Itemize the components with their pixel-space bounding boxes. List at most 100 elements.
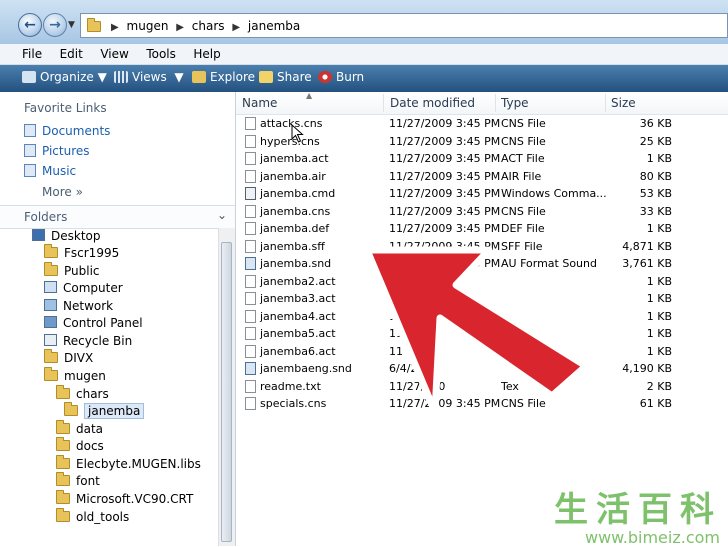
tree-label: Computer bbox=[63, 281, 123, 295]
recycle-bin-icon bbox=[44, 334, 57, 346]
tree-item-docs[interactable]: docs bbox=[56, 437, 104, 453]
tree-item-desktop[interactable]: Desktop bbox=[32, 229, 101, 243]
column-header-date[interactable]: Date modified bbox=[390, 96, 475, 110]
favorite-link-documents[interactable]: Documents bbox=[24, 124, 110, 138]
tree-item-font[interactable]: font bbox=[56, 472, 100, 488]
file-icon bbox=[245, 327, 256, 340]
tree-label: data bbox=[76, 422, 104, 436]
file-name: janemba3.act bbox=[260, 292, 336, 305]
tree-item-elecbyte-libs[interactable]: Elecbyte.MUGEN.libs bbox=[56, 455, 201, 471]
column-divider[interactable] bbox=[605, 94, 606, 112]
file-row[interactable]: janemba.cns 11/27/2009 3:45 PM CNS File 33 … bbox=[236, 203, 728, 220]
tree-label: font bbox=[76, 474, 100, 488]
folder-tree-scrollbar[interactable] bbox=[218, 228, 235, 546]
tree-item-janemba[interactable]: janemba bbox=[64, 402, 145, 419]
organize-icon bbox=[22, 71, 36, 83]
favorite-link-music[interactable]: Music bbox=[24, 164, 76, 178]
file-row[interactable]: attacks.cns 11/27/2009 3:45 PM CNS File 36 … bbox=[236, 115, 728, 132]
back-button[interactable]: ← bbox=[18, 13, 42, 37]
burn-button[interactable]: Burn bbox=[318, 70, 364, 84]
tree-item-data[interactable]: data bbox=[56, 420, 104, 436]
file-row[interactable]: specials.cns 11/27/2009 3:45 PM CNS File 61… bbox=[236, 395, 728, 412]
crumb-mugen[interactable]: mugen bbox=[127, 19, 169, 33]
file-size: 36 KB bbox=[639, 117, 672, 130]
column-divider[interactable] bbox=[495, 94, 496, 112]
column-header-name[interactable]: Name bbox=[242, 96, 277, 110]
watermark-url: www.bimeiz.com bbox=[584, 528, 720, 547]
scrollbar-thumb[interactable] bbox=[221, 242, 232, 542]
favorite-link-pictures[interactable]: Pictures bbox=[24, 144, 90, 158]
column-header-type[interactable]: Type bbox=[501, 96, 529, 110]
menu-tools[interactable]: Tools bbox=[146, 47, 176, 61]
menu-edit[interactable]: Edit bbox=[60, 47, 83, 61]
file-size: 3,761 KB bbox=[622, 257, 672, 270]
tree-item-divx[interactable]: DIVX bbox=[44, 349, 93, 365]
menu-help[interactable]: Help bbox=[193, 47, 220, 61]
forward-button[interactable]: → bbox=[43, 13, 67, 37]
folder-open-icon bbox=[56, 385, 70, 399]
folder-open-icon bbox=[44, 367, 58, 381]
mouse-pointer-icon bbox=[291, 124, 304, 143]
share-label: Share bbox=[277, 70, 312, 84]
file-row[interactable]: readme.txt 11/27/200 Tex 2 KB bbox=[236, 378, 728, 395]
tree-item-recycle-bin[interactable]: Recycle Bin bbox=[44, 334, 132, 348]
file-type: CNS File bbox=[501, 117, 546, 130]
sort-ascending-icon: ▲ bbox=[306, 91, 313, 100]
organize-button[interactable]: Organize ▼ bbox=[22, 70, 107, 84]
explore-button[interactable]: Explore bbox=[192, 70, 255, 84]
menu-view[interactable]: View bbox=[100, 47, 128, 61]
music-icon bbox=[24, 164, 36, 177]
crumb-chars[interactable]: chars bbox=[192, 19, 225, 33]
folders-header[interactable]: Folders ⌄ bbox=[0, 205, 235, 229]
tree-item-control-panel[interactable]: Control Panel bbox=[44, 316, 143, 330]
tree-item-chars[interactable]: chars bbox=[56, 385, 109, 401]
file-row[interactable]: janemba4.act 11 1 KB bbox=[236, 308, 728, 325]
file-row[interactable]: hypers.cns 11/27/2009 3:45 PM CNS File 25 K… bbox=[236, 133, 728, 150]
file-row[interactable]: janemba.def 11/27/2009 3:45 PM DEF File 1 K… bbox=[236, 220, 728, 237]
menu-file[interactable]: File bbox=[22, 47, 42, 61]
share-button[interactable]: Share bbox=[259, 70, 312, 84]
tree-item-public[interactable]: Public bbox=[44, 262, 100, 278]
file-row[interactable]: janemba5.act 11 1 KB bbox=[236, 325, 728, 342]
file-row[interactable]: janemba3.act 1 KB bbox=[236, 290, 728, 307]
file-row[interactable]: janemba.air 11/27/2009 3:45 PM AIR File 80 … bbox=[236, 168, 728, 185]
file-row[interactable]: janemba6.act 11 1 KB bbox=[236, 343, 728, 360]
arrow-right-icon: → bbox=[49, 17, 61, 33]
file-size: 4,190 KB bbox=[622, 362, 672, 375]
address-bar[interactable]: ▶ mugen ▶ chars ▶ janemba bbox=[80, 13, 728, 38]
more-label: More bbox=[42, 185, 72, 199]
column-divider[interactable] bbox=[383, 94, 384, 112]
folder-icon bbox=[87, 18, 101, 32]
file-date: 6/4/200 bbox=[389, 362, 432, 375]
tree-item-mugen[interactable]: mugen bbox=[44, 367, 106, 383]
tree-item-old-tools[interactable]: old_tools bbox=[56, 508, 129, 524]
file-row[interactable]: janemba.cmd 11/27/2009 3:45 PM Windows Com… bbox=[236, 185, 728, 202]
file-type: DEF File bbox=[501, 222, 545, 235]
column-header-row: Name ▲ Date modified Type Size bbox=[236, 91, 728, 115]
file-row[interactable]: janemba.sff 11/27/2009 3:45 PM SFF File 4,8… bbox=[236, 238, 728, 255]
tree-item-vc90-crt[interactable]: Microsoft.VC90.CRT bbox=[56, 490, 193, 506]
chevron-right-icon[interactable]: ▶ bbox=[111, 22, 119, 33]
tree-item-network[interactable]: Network bbox=[44, 299, 113, 313]
tree-item-fscr1995[interactable]: Fscr1995 bbox=[44, 244, 119, 260]
recent-pages-dropdown[interactable]: ▼ bbox=[68, 20, 75, 30]
views-button[interactable]: Views ▼ bbox=[114, 70, 184, 84]
chevron-down-icon[interactable]: ⌄ bbox=[217, 208, 227, 222]
file-type: SFF File bbox=[501, 240, 543, 253]
folder-icon bbox=[44, 262, 58, 276]
column-header-size[interactable]: Size bbox=[611, 96, 636, 110]
file-row[interactable]: janemba2.act 1 KB bbox=[236, 273, 728, 290]
chevron-right-icon[interactable]: ▶ bbox=[176, 22, 184, 33]
file-row[interactable]: janemba.act 11/27/2009 3:45 PM ACT File 1 K… bbox=[236, 150, 728, 167]
folders-label: Folders bbox=[24, 210, 68, 224]
chevron-right-icon[interactable]: ▶ bbox=[232, 22, 240, 33]
file-size: 4,871 KB bbox=[622, 240, 672, 253]
crumb-janemba[interactable]: janemba bbox=[248, 19, 300, 33]
file-row[interactable]: janembaeng.snd 6/4/200 4,190 KB bbox=[236, 360, 728, 377]
more-links-button[interactable]: More » bbox=[42, 185, 83, 199]
sound-file-icon bbox=[245, 257, 256, 270]
file-date: 11/27/2009 3:45 PM bbox=[389, 135, 501, 148]
file-icon bbox=[245, 222, 256, 235]
file-row[interactable]: janemba.snd 11/27/2009 3:45 PM AU Format S… bbox=[236, 255, 728, 272]
tree-item-computer[interactable]: Computer bbox=[44, 281, 123, 295]
